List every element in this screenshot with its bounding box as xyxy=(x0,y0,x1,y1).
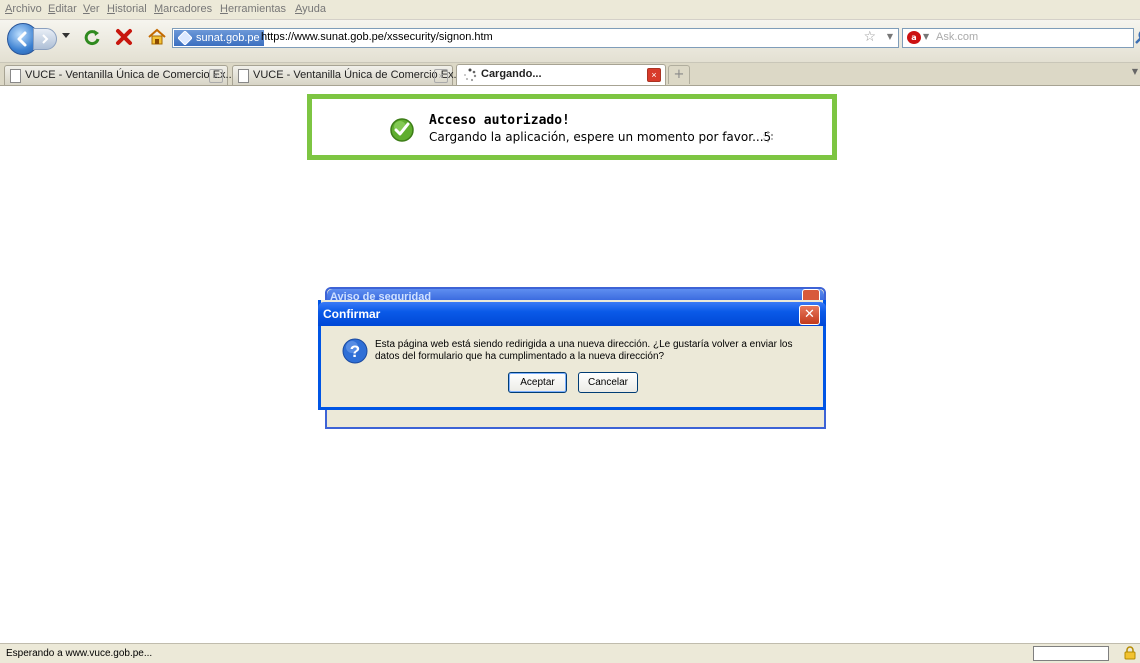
new-tab-button[interactable]: + xyxy=(668,65,690,84)
menu-ayuda[interactable]: Ayuda xyxy=(295,3,326,15)
menu-archivo[interactable]: Archivo xyxy=(5,3,42,15)
tab-strip: VUCE - Ventanilla Única de Comercio Ex..… xyxy=(0,63,1140,86)
ask-engine-icon[interactable]: a xyxy=(907,31,921,44)
home-icon[interactable] xyxy=(148,28,166,46)
status-text: Esperando a www.vuce.gob.pe... xyxy=(6,648,152,659)
lock-icon[interactable] xyxy=(1124,646,1136,660)
site-identity-label: sunat.gob.pe xyxy=(196,32,260,44)
close-tab-icon[interactable]: × xyxy=(209,69,223,83)
tab-label: VUCE - Ventanilla Única de Comercio Ex..… xyxy=(253,69,463,81)
question-icon: ? xyxy=(342,338,368,364)
url-text: https://www.sunat.gob.pe/xssecurity/sign… xyxy=(261,31,493,43)
access-notice: Acceso autorizado! Cargando la aplicació… xyxy=(307,94,837,160)
access-title: Acceso autorizado! xyxy=(429,113,570,128)
menu-marcadores[interactable]: Marcadores xyxy=(154,3,212,15)
loading-spinner-icon xyxy=(762,131,774,143)
search-engine-dropdown-icon[interactable]: ▼ xyxy=(923,32,929,41)
navigation-toolbar: sunat.gob.pe https://www.sunat.gob.pe/xs… xyxy=(0,20,1140,63)
reload-icon[interactable] xyxy=(83,28,101,46)
stop-icon[interactable] xyxy=(115,28,133,46)
menu-herramientas[interactable]: Herramientas xyxy=(220,3,286,15)
menu-bar: Archivo Editar Ver Historial Marcadores … xyxy=(0,0,1140,20)
back-arrow-icon xyxy=(14,30,32,48)
history-dropdown-icon[interactable] xyxy=(62,33,70,39)
check-icon xyxy=(389,117,415,143)
url-dropdown-icon[interactable]: ▼ xyxy=(887,32,893,41)
svg-text:?: ? xyxy=(350,342,360,361)
search-bar[interactable]: a ▼ Ask.com xyxy=(902,28,1134,48)
loading-spinner-icon xyxy=(463,68,477,82)
accept-button[interactable]: Aceptar xyxy=(508,372,567,393)
tab-vuce-2[interactable]: VUCE - Ventanilla Única de Comercio Ex..… xyxy=(232,65,453,85)
page-icon xyxy=(238,69,249,83)
bookmark-star-icon[interactable]: ☆ xyxy=(863,30,876,45)
close-tab-icon[interactable]: × xyxy=(434,69,448,83)
cancel-button[interactable]: Cancelar xyxy=(578,372,638,393)
tab-label: Cargando... xyxy=(481,68,542,80)
tab-label: VUCE - Ventanilla Única de Comercio Ex..… xyxy=(25,69,235,81)
site-identity-icon xyxy=(178,31,192,45)
tab-list-dropdown-icon[interactable]: ▼ xyxy=(1132,67,1138,76)
site-identity-badge[interactable]: sunat.gob.pe xyxy=(174,30,264,46)
forward-button[interactable] xyxy=(33,28,57,50)
close-icon[interactable]: ✕ xyxy=(799,305,820,325)
menu-editar[interactable]: Editar xyxy=(48,3,77,15)
page-icon xyxy=(10,69,21,83)
close-tab-icon[interactable]: × xyxy=(647,68,661,82)
progress-meter xyxy=(1033,646,1109,661)
status-bar: Esperando a www.vuce.gob.pe... xyxy=(0,643,1140,663)
confirm-dialog-title: Confirmar xyxy=(323,307,380,321)
menu-ver[interactable]: Ver xyxy=(83,3,100,15)
access-message: Cargando la aplicación, espere un moment… xyxy=(429,130,771,144)
search-icon[interactable] xyxy=(1135,29,1140,45)
search-input[interactable]: Ask.com xyxy=(936,31,978,43)
url-bar[interactable]: sunat.gob.pe https://www.sunat.gob.pe/xs… xyxy=(172,28,899,48)
confirm-dialog-titlebar: Confirmar ✕ xyxy=(318,302,826,326)
confirm-dialog-message: Esta página web está siendo redirigida a… xyxy=(375,339,815,363)
tab-cargando[interactable]: Cargando... × xyxy=(456,64,666,85)
forward-arrow-icon xyxy=(41,34,49,44)
tab-vuce-1[interactable]: VUCE - Ventanilla Única de Comercio Ex..… xyxy=(4,65,228,85)
menu-historial[interactable]: Historial xyxy=(107,3,147,15)
access-notice-body: Acceso autorizado! Cargando la aplicació… xyxy=(312,99,832,155)
